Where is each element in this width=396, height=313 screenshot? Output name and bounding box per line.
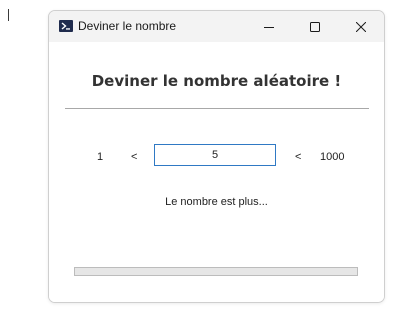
close-icon (356, 21, 366, 32)
minimize-icon (264, 26, 274, 28)
maximize-button[interactable] (292, 11, 338, 42)
guess-input[interactable] (154, 144, 276, 166)
terminal-icon (59, 20, 73, 32)
close-button[interactable] (338, 11, 384, 42)
page-title: Deviner le nombre aléatoire ! (91, 72, 342, 90)
desktop: Deviner le nombre Deviner le nombre aléa… (0, 0, 396, 313)
range-min-label: 1 (96, 151, 104, 163)
window-title: Deviner le nombre (78, 19, 177, 33)
progress-bar (74, 267, 358, 276)
range-max-label: 1000 (320, 151, 345, 163)
window-content: Deviner le nombre aléatoire ! 1 < < 1000… (49, 42, 384, 302)
title-bar[interactable]: Deviner le nombre (49, 11, 384, 42)
separator (65, 108, 369, 109)
text-cursor-mark (8, 9, 9, 21)
less-than-left-label: < (131, 151, 138, 163)
maximize-icon (310, 21, 320, 32)
hint-text: Le nombre est plus... (165, 196, 268, 208)
app-window: Deviner le nombre Deviner le nombre aléa… (48, 10, 385, 303)
less-than-right-label: < (295, 151, 302, 163)
minimize-button[interactable] (246, 11, 292, 42)
